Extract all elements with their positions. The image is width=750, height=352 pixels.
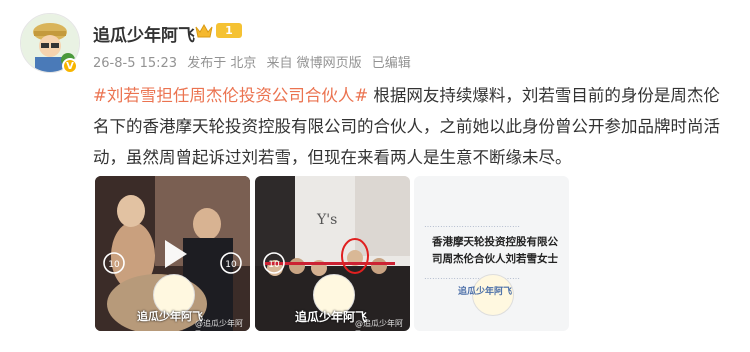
post-location: 发布于 北京 xyxy=(187,56,257,71)
corner-watermark: @追瓜少年阿飞 xyxy=(355,319,403,331)
replay-10-icon[interactable]: 10 xyxy=(103,252,125,274)
level-badge: 1 xyxy=(216,23,242,38)
play-icon[interactable] xyxy=(153,234,193,274)
corner-watermark: @追瓜少年阿飞 xyxy=(195,319,243,331)
svg-text:10: 10 xyxy=(225,260,237,270)
topic-link[interactable]: #刘若雪担任周杰伦投资公司合伙人# xyxy=(93,86,368,105)
faint-text: ……………………………… xyxy=(424,220,520,229)
svg-text:10: 10 xyxy=(268,260,280,270)
watermark-text: 追瓜少年阿飞 xyxy=(137,310,203,323)
watermark-text: 追瓜少年阿飞 xyxy=(458,287,513,297)
document-text: 香港摩天轮投资控股有限公司周杰伦合伙人刘若雪女士 xyxy=(432,236,558,265)
forward-10-icon[interactable]: 10 xyxy=(220,252,242,274)
crown-icon xyxy=(195,23,213,38)
media-video-1[interactable]: 10 10 追瓜少年阿飞 @追瓜少年阿飞 xyxy=(95,176,250,331)
post-text: #刘若雪担任周杰伦投资公司合伙人# 根据网友持续爆料，刘若雪目前的身份是周杰伦名… xyxy=(93,80,733,173)
svg-text:10: 10 xyxy=(108,260,120,270)
replay-10-icon[interactable]: 10 xyxy=(263,252,285,274)
edited-label[interactable]: 已编辑 xyxy=(372,56,411,71)
svg-text:Y's: Y's xyxy=(316,212,337,228)
post-date[interactable]: 26-8-5 15:23 xyxy=(93,56,177,71)
post-meta: 26-8-5 15:23 发布于 北京 来自 微博网页版 已编辑 xyxy=(93,52,417,71)
media-video-2[interactable]: Y's 10 追瓜少年阿飞 @追瓜少年阿飞 xyxy=(255,176,410,331)
verified-badge-icon: V xyxy=(62,58,78,74)
post-source: 来自 微博网页版 xyxy=(266,56,362,71)
media-image-3[interactable]: ……………………………… 香港摩天轮投资控股有限公司周杰伦合伙人刘若雪女士 ……… xyxy=(414,176,569,331)
username[interactable]: 追瓜少年阿飞 xyxy=(93,21,195,46)
